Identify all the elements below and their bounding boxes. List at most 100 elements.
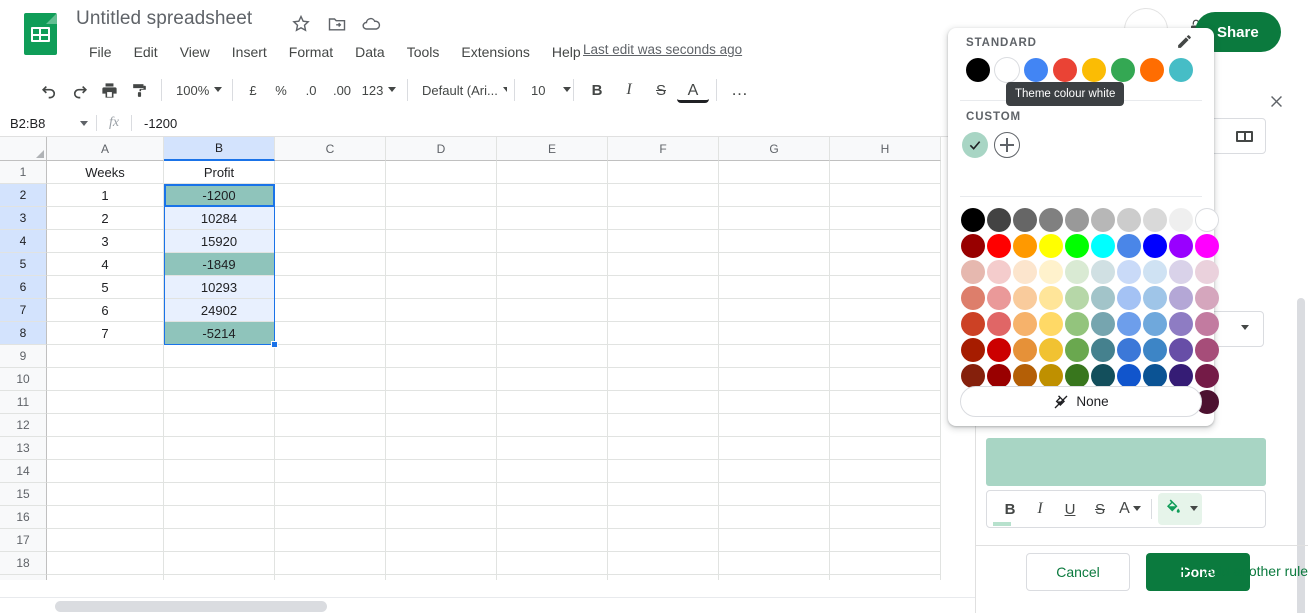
row-header-9[interactable]: 9 — [0, 345, 47, 368]
palette-swatch-r4-c4[interactable] — [1065, 312, 1089, 336]
palette-swatch-r2-c0[interactable] — [961, 260, 985, 284]
row-header-14[interactable]: 14 — [0, 460, 47, 483]
cell-H1[interactable] — [830, 161, 941, 184]
cell-B17[interactable] — [164, 529, 275, 552]
cell-A8[interactable]: 7 — [47, 322, 164, 345]
cell-D11[interactable] — [386, 391, 497, 414]
cell-G17[interactable] — [719, 529, 830, 552]
palette-swatch-r0-c6[interactable] — [1117, 208, 1141, 232]
palette-swatch-r0-c1[interactable] — [987, 208, 1011, 232]
name-box[interactable]: B2:B8 — [0, 110, 96, 136]
cell-D5[interactable] — [386, 253, 497, 276]
row-header-5[interactable]: 5 — [0, 253, 47, 276]
palette-swatch-r5-c9[interactable] — [1195, 338, 1219, 362]
palette-swatch-r4-c9[interactable] — [1195, 312, 1219, 336]
cell-H12[interactable] — [830, 414, 941, 437]
cell-F18[interactable] — [608, 552, 719, 575]
column-header-e[interactable]: E — [497, 137, 608, 161]
cell-H13[interactable] — [830, 437, 941, 460]
column-header-c[interactable]: C — [275, 137, 386, 161]
cell-H5[interactable] — [830, 253, 941, 276]
cell-F11[interactable] — [608, 391, 719, 414]
cell-D19[interactable] — [386, 575, 497, 580]
cell-B9[interactable] — [164, 345, 275, 368]
cell-E14[interactable] — [497, 460, 608, 483]
row-header-4[interactable]: 4 — [0, 230, 47, 253]
cell-G18[interactable] — [719, 552, 830, 575]
cell-E5[interactable] — [497, 253, 608, 276]
standard-color-swatch-6[interactable] — [1140, 58, 1164, 82]
palette-swatch-r5-c0[interactable] — [961, 338, 985, 362]
palette-swatch-r0-c2[interactable] — [1013, 208, 1037, 232]
cell-B8[interactable]: -5214 — [164, 322, 275, 345]
palette-swatch-r5-c2[interactable] — [1013, 338, 1037, 362]
cell-C19[interactable] — [275, 575, 386, 580]
row-header-10[interactable]: 10 — [0, 368, 47, 391]
style-bold-button[interactable]: B — [995, 494, 1025, 524]
palette-swatch-r0-c7[interactable] — [1143, 208, 1167, 232]
cell-D15[interactable] — [386, 483, 497, 506]
palette-swatch-r1-c1[interactable] — [987, 234, 1011, 258]
cell-G7[interactable] — [719, 299, 830, 322]
palette-swatch-r4-c2[interactable] — [1013, 312, 1037, 336]
cell-B10[interactable] — [164, 368, 275, 391]
cell-G10[interactable] — [719, 368, 830, 391]
cell-B5[interactable]: -1849 — [164, 253, 275, 276]
cell-A3[interactable]: 2 — [47, 207, 164, 230]
menu-tools[interactable]: Tools — [396, 40, 451, 64]
palette-swatch-r2-c8[interactable] — [1169, 260, 1193, 284]
cell-C2[interactable] — [275, 184, 386, 207]
cell-G19[interactable] — [719, 575, 830, 580]
cell-H2[interactable] — [830, 184, 941, 207]
cell-D8[interactable] — [386, 322, 497, 345]
cell-B15[interactable] — [164, 483, 275, 506]
palette-swatch-r6-c6[interactable] — [1117, 364, 1141, 388]
cell-H15[interactable] — [830, 483, 941, 506]
cell-F14[interactable] — [608, 460, 719, 483]
palette-swatch-r3-c3[interactable] — [1039, 286, 1063, 310]
cell-A10[interactable] — [47, 368, 164, 391]
cell-H18[interactable] — [830, 552, 941, 575]
cell-G1[interactable] — [719, 161, 830, 184]
palette-swatch-r2-c5[interactable] — [1091, 260, 1115, 284]
cell-D4[interactable] — [386, 230, 497, 253]
style-fill-color-button[interactable] — [993, 493, 1202, 526]
palette-swatch-r6-c4[interactable] — [1065, 364, 1089, 388]
menu-view[interactable]: View — [169, 40, 221, 64]
row-header-8[interactable]: 8 — [0, 322, 47, 345]
cell-A15[interactable] — [47, 483, 164, 506]
cell-B13[interactable] — [164, 437, 275, 460]
cell-A6[interactable]: 5 — [47, 276, 164, 299]
cell-F2[interactable] — [608, 184, 719, 207]
cell-D13[interactable] — [386, 437, 497, 460]
palette-swatch-r5-c4[interactable] — [1065, 338, 1089, 362]
horizontal-scroll-thumb[interactable] — [55, 601, 327, 612]
cell-E13[interactable] — [497, 437, 608, 460]
star-icon[interactable] — [291, 14, 313, 36]
palette-swatch-r5-c3[interactable] — [1039, 338, 1063, 362]
cell-A12[interactable] — [47, 414, 164, 437]
cell-C14[interactable] — [275, 460, 386, 483]
palette-swatch-r6-c0[interactable] — [961, 364, 985, 388]
cell-B14[interactable] — [164, 460, 275, 483]
text-color-button[interactable]: A — [677, 81, 709, 103]
cell-B7[interactable]: 24902 — [164, 299, 275, 322]
cell-F12[interactable] — [608, 414, 719, 437]
cell-H8[interactable] — [830, 322, 941, 345]
cancel-button[interactable]: Cancel — [1026, 553, 1130, 591]
palette-swatch-r3-c6[interactable] — [1117, 286, 1141, 310]
standard-color-swatch-5[interactable] — [1111, 58, 1135, 82]
palette-swatch-r4-c0[interactable] — [961, 312, 985, 336]
palette-swatch-r1-c9[interactable] — [1195, 234, 1219, 258]
select-all-corner[interactable] — [0, 137, 47, 161]
cell-D17[interactable] — [386, 529, 497, 552]
palette-swatch-r3-c1[interactable] — [987, 286, 1011, 310]
cell-C4[interactable] — [275, 230, 386, 253]
palette-swatch-r2-c3[interactable] — [1039, 260, 1063, 284]
cell-C18[interactable] — [275, 552, 386, 575]
paint-format-icon[interactable] — [124, 75, 154, 105]
palette-swatch-r0-c3[interactable] — [1039, 208, 1063, 232]
cloud-saved-icon[interactable] — [361, 14, 383, 36]
cell-E9[interactable] — [497, 345, 608, 368]
cell-G14[interactable] — [719, 460, 830, 483]
